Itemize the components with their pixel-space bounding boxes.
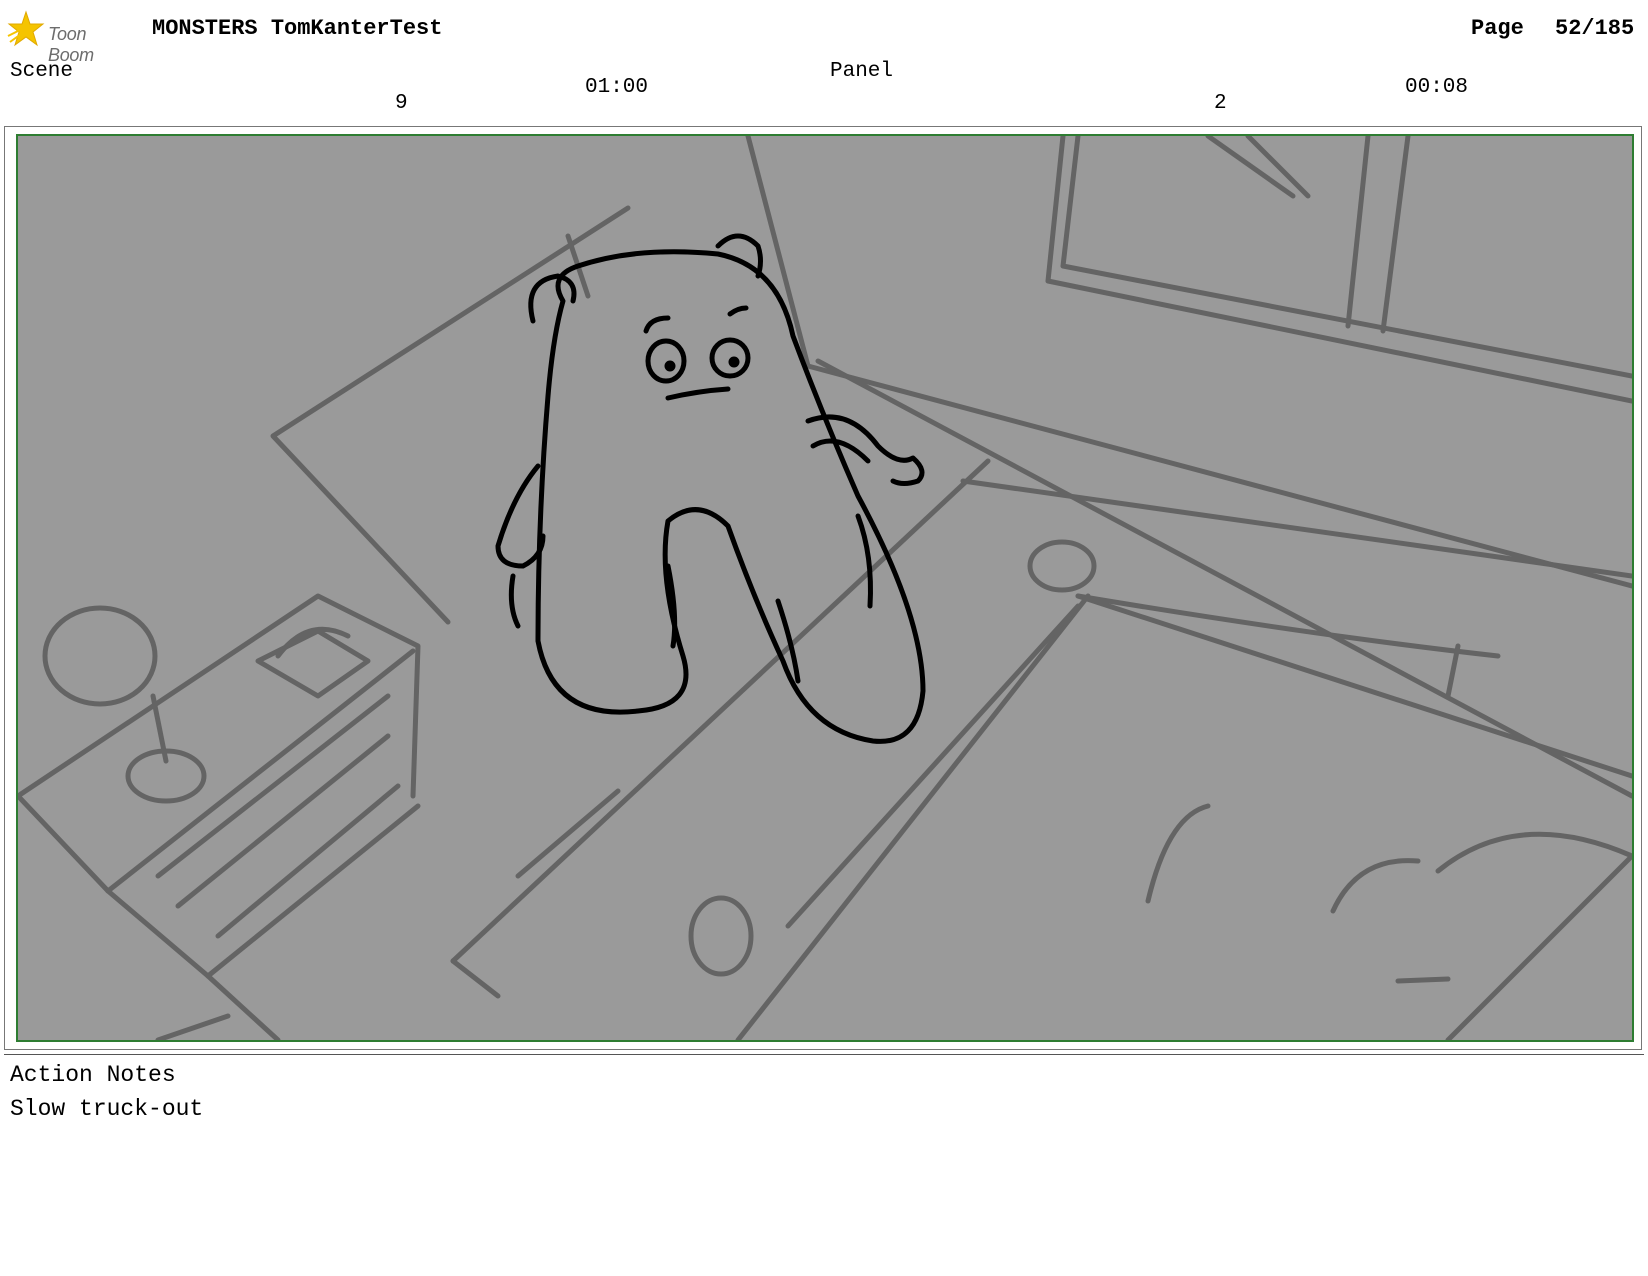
action-notes-text: Slow truck-out bbox=[10, 1096, 204, 1122]
panel-label: Panel bbox=[830, 60, 894, 83]
scene-duration: 01:00 bbox=[585, 76, 649, 99]
storyboard-panel-image bbox=[16, 134, 1634, 1042]
scene-label: Scene bbox=[10, 60, 74, 83]
project-title: MONSTERS TomKanterTest bbox=[152, 16, 443, 41]
page-label: Page bbox=[1471, 16, 1524, 41]
page-number: 52/185 bbox=[1555, 16, 1635, 41]
panel-duration: 00:08 bbox=[1405, 76, 1469, 99]
action-notes-heading: Action Notes bbox=[10, 1062, 176, 1088]
toon-boom-logo: Toon Boom bbox=[6, 8, 136, 65]
notes-divider bbox=[4, 1054, 1644, 1055]
sketch-drawing bbox=[18, 136, 1632, 1040]
scene-number: 9 bbox=[395, 92, 408, 115]
panel-number: 2 bbox=[1214, 92, 1227, 115]
logo-star-icon bbox=[7, 10, 45, 47]
